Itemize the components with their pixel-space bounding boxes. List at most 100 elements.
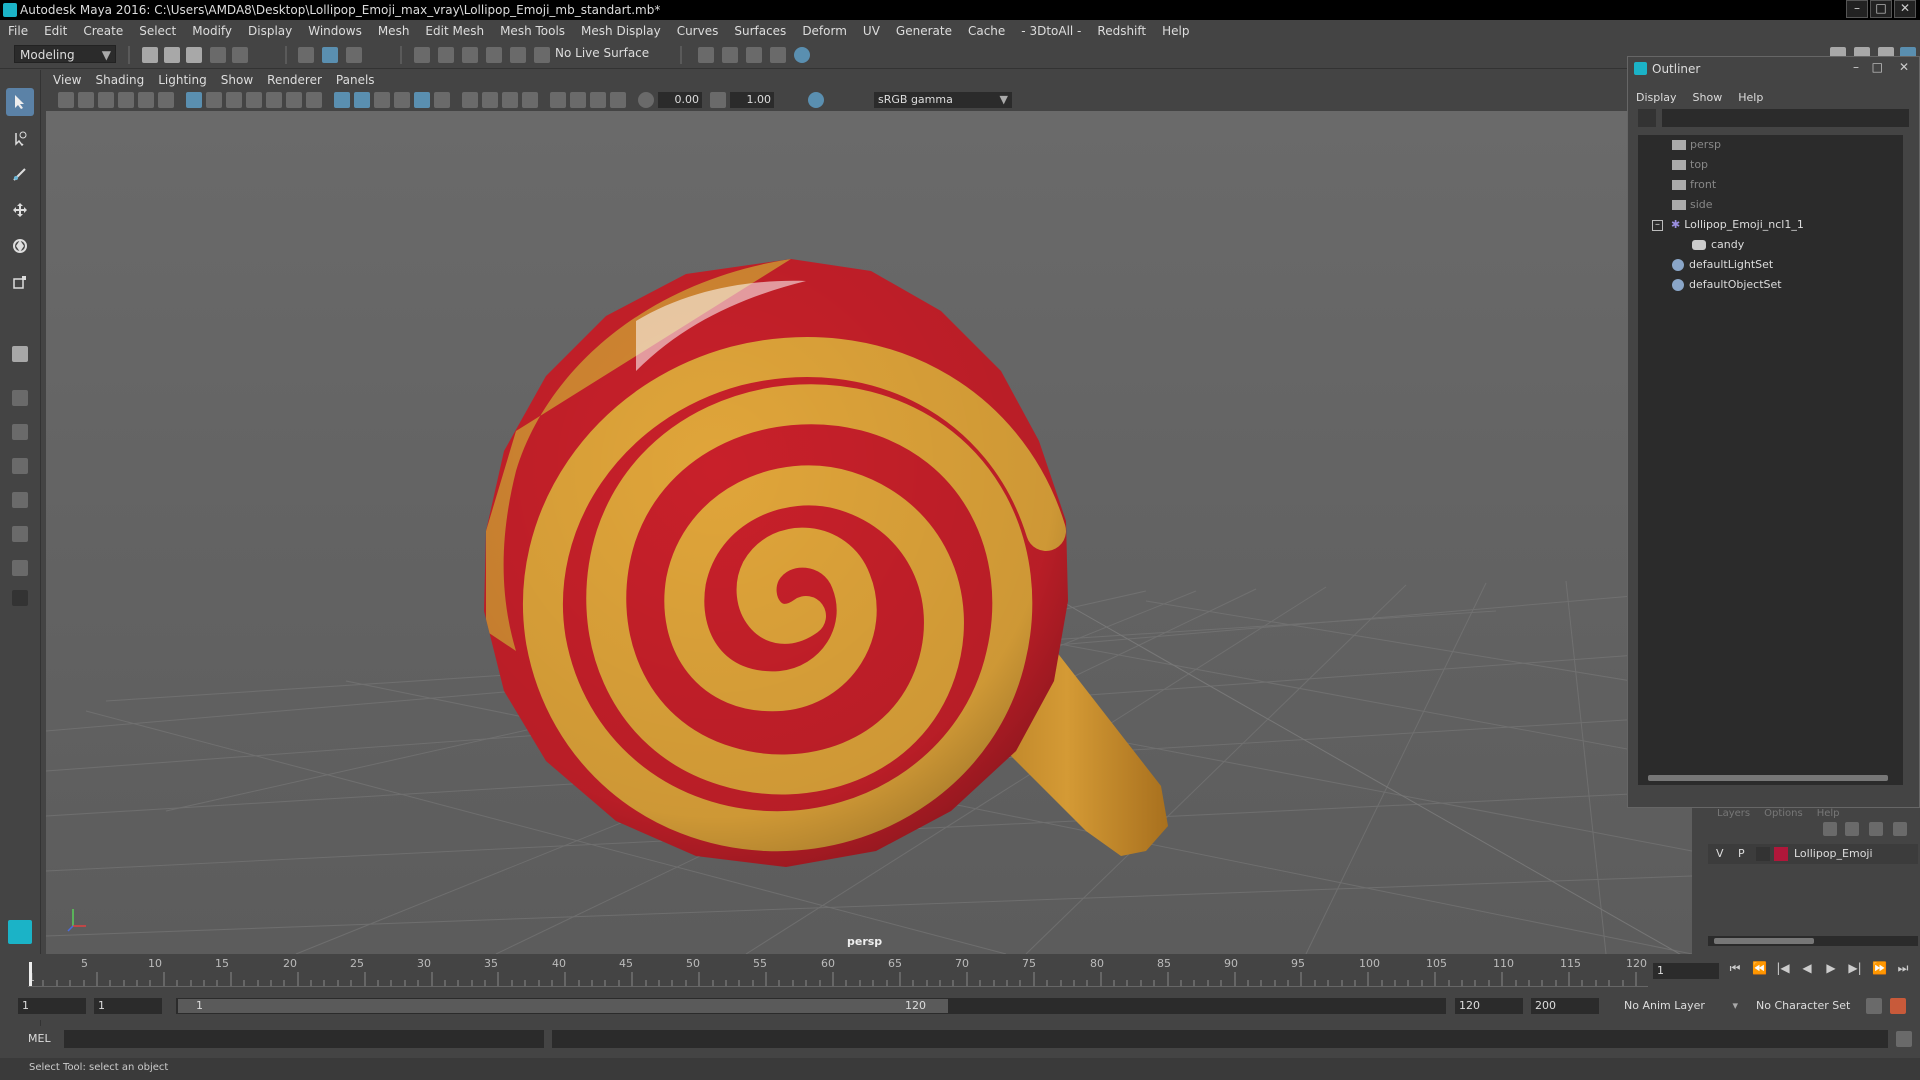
shadows-icon[interactable] <box>434 92 450 108</box>
outliner-item[interactable]: front <box>1672 175 1716 195</box>
menu-generate[interactable]: Generate <box>888 24 960 38</box>
layout-single-icon[interactable] <box>12 390 28 406</box>
outliner-h-scrollbar[interactable] <box>1638 773 1903 783</box>
gate-mask-icon[interactable] <box>246 92 262 108</box>
move-layer-up-icon[interactable] <box>1823 822 1837 836</box>
rotate-tool[interactable] <box>6 232 34 260</box>
textured-icon[interactable] <box>394 92 410 108</box>
step-back-frame-button[interactable]: |◀ <box>1776 961 1790 975</box>
outliner-item[interactable]: side <box>1672 195 1713 215</box>
xray-components-icon[interactable] <box>522 92 538 108</box>
outliner-maximize-button[interactable]: □ <box>1872 60 1883 74</box>
menu-select[interactable]: Select <box>131 24 184 38</box>
menu-mesh-display[interactable]: Mesh Display <box>573 24 669 38</box>
scale-tool[interactable] <box>6 268 34 296</box>
layout-outliner-icon[interactable] <box>12 492 28 508</box>
snap-surface-icon[interactable] <box>510 47 526 63</box>
viewport-persp[interactable]: persp <box>46 111 1692 954</box>
auto-key-icon[interactable] <box>1866 998 1882 1014</box>
step-back-key-button[interactable]: ⏪ <box>1752 961 1767 975</box>
default-lighting-icon[interactable] <box>374 92 390 108</box>
select-tool[interactable] <box>6 88 34 116</box>
play-forwards-button[interactable]: ▶ <box>1824 961 1838 975</box>
redo-icon[interactable] <box>232 47 248 63</box>
exposure-icon[interactable] <box>638 92 654 108</box>
outliner-close-button[interactable]: ✕ <box>1899 60 1909 74</box>
safe-action-icon[interactable] <box>286 92 302 108</box>
menu-help[interactable]: Help <box>1154 24 1197 38</box>
gamma-field[interactable]: 1.00 <box>730 92 774 108</box>
save-scene-icon[interactable] <box>186 47 202 63</box>
menu-display[interactable]: Display <box>240 24 300 38</box>
new-layer-icon[interactable] <box>1869 822 1883 836</box>
menu-uv[interactable]: UV <box>855 24 888 38</box>
menu-deform[interactable]: Deform <box>794 24 855 38</box>
play-backwards-button[interactable]: ◀ <box>1800 961 1814 975</box>
undo-icon[interactable] <box>210 47 226 63</box>
layer-color-swatch[interactable] <box>1774 847 1788 861</box>
outliner-title-bar[interactable]: Outliner – □ ✕ <box>1628 57 1919 81</box>
render-settings-icon[interactable] <box>746 47 762 63</box>
render-frame-icon[interactable] <box>698 47 714 63</box>
collapse-icon[interactable]: – <box>1652 219 1663 231</box>
layout-custom-icon[interactable] <box>12 560 28 576</box>
isolate-select-icon[interactable] <box>462 92 478 108</box>
menu-edit-mesh[interactable]: Edit Mesh <box>417 24 492 38</box>
layer-tab-layers[interactable]: Layers <box>1717 808 1750 819</box>
mode-selector[interactable]: Modeling ▼ <box>14 45 116 63</box>
camera-attributes-icon[interactable] <box>78 92 94 108</box>
range-slider[interactable]: 1 120 <box>176 998 1446 1014</box>
grid-toggle-icon[interactable] <box>186 92 202 108</box>
gamma-icon[interactable] <box>710 92 726 108</box>
panel-menu-view[interactable]: View <box>46 73 88 87</box>
wireframe-icon[interactable] <box>334 92 350 108</box>
open-scene-icon[interactable] <box>164 47 180 63</box>
ambient-occlusion-icon[interactable] <box>570 92 586 108</box>
paint-select-tool[interactable] <box>6 160 34 188</box>
outliner-search-input[interactable] <box>1662 109 1909 127</box>
outliner-item[interactable]: – ✱ Lollipop_Emoji_ncl1_1 <box>1652 215 1804 235</box>
anim-layer-select[interactable]: No Anim Layer ▾ <box>1620 998 1740 1014</box>
camera-select-icon[interactable] <box>58 92 74 108</box>
new-scene-icon[interactable] <box>142 47 158 63</box>
panel-menu-renderer[interactable]: Renderer <box>260 73 329 87</box>
ipr-render-icon[interactable] <box>722 47 738 63</box>
script-editor-icon[interactable] <box>1896 1031 1912 1047</box>
outliner-item[interactable]: top <box>1672 155 1708 175</box>
step-forward-key-button[interactable]: ⏩ <box>1872 961 1887 975</box>
hud-icon[interactable] <box>550 92 566 108</box>
xray-joints-icon[interactable] <box>502 92 518 108</box>
panel-menu-panels[interactable]: Panels <box>329 73 382 87</box>
grease-pencil-icon[interactable] <box>158 92 174 108</box>
smooth-shade-icon[interactable] <box>354 92 370 108</box>
panel-menu-shading[interactable]: Shading <box>88 73 151 87</box>
current-time-indicator[interactable] <box>29 962 32 986</box>
snap-curve-icon[interactable] <box>438 47 454 63</box>
use-all-lights-icon[interactable] <box>414 92 430 108</box>
layer-type-toggle[interactable] <box>1756 847 1770 861</box>
2d-pan-zoom-icon[interactable] <box>138 92 154 108</box>
film-gate-icon[interactable] <box>206 92 222 108</box>
menu-cache[interactable]: Cache <box>960 24 1013 38</box>
menu-windows[interactable]: Windows <box>300 24 370 38</box>
layer-visibility-toggle[interactable]: V <box>1716 847 1724 860</box>
layer-h-scrollbar[interactable] <box>1708 936 1918 946</box>
outliner-item[interactable]: defaultLightSet <box>1672 255 1773 275</box>
snap-grid-icon[interactable] <box>414 47 430 63</box>
menu-modify[interactable]: Modify <box>184 24 240 38</box>
new-layer-selected-icon[interactable] <box>1893 822 1907 836</box>
layer-tab-options[interactable]: Options <box>1764 808 1803 819</box>
layout-graph-icon[interactable] <box>12 526 28 542</box>
menu-edit[interactable]: Edit <box>36 24 75 38</box>
select-component-icon[interactable] <box>346 47 362 63</box>
outliner-item[interactable]: defaultObjectSet <box>1672 275 1782 295</box>
field-chart-icon[interactable] <box>266 92 282 108</box>
snap-point-icon[interactable] <box>462 47 478 63</box>
animation-prefs-icon[interactable] <box>1890 998 1906 1014</box>
more-layouts-icon[interactable] <box>12 590 28 606</box>
move-tool[interactable] <box>6 196 34 224</box>
menu-redshift[interactable]: Redshift <box>1089 24 1154 38</box>
image-plane-icon[interactable] <box>118 92 134 108</box>
playback-end-field[interactable]: 120 <box>1455 998 1523 1014</box>
outliner-menu-display[interactable]: Display <box>1628 91 1685 104</box>
